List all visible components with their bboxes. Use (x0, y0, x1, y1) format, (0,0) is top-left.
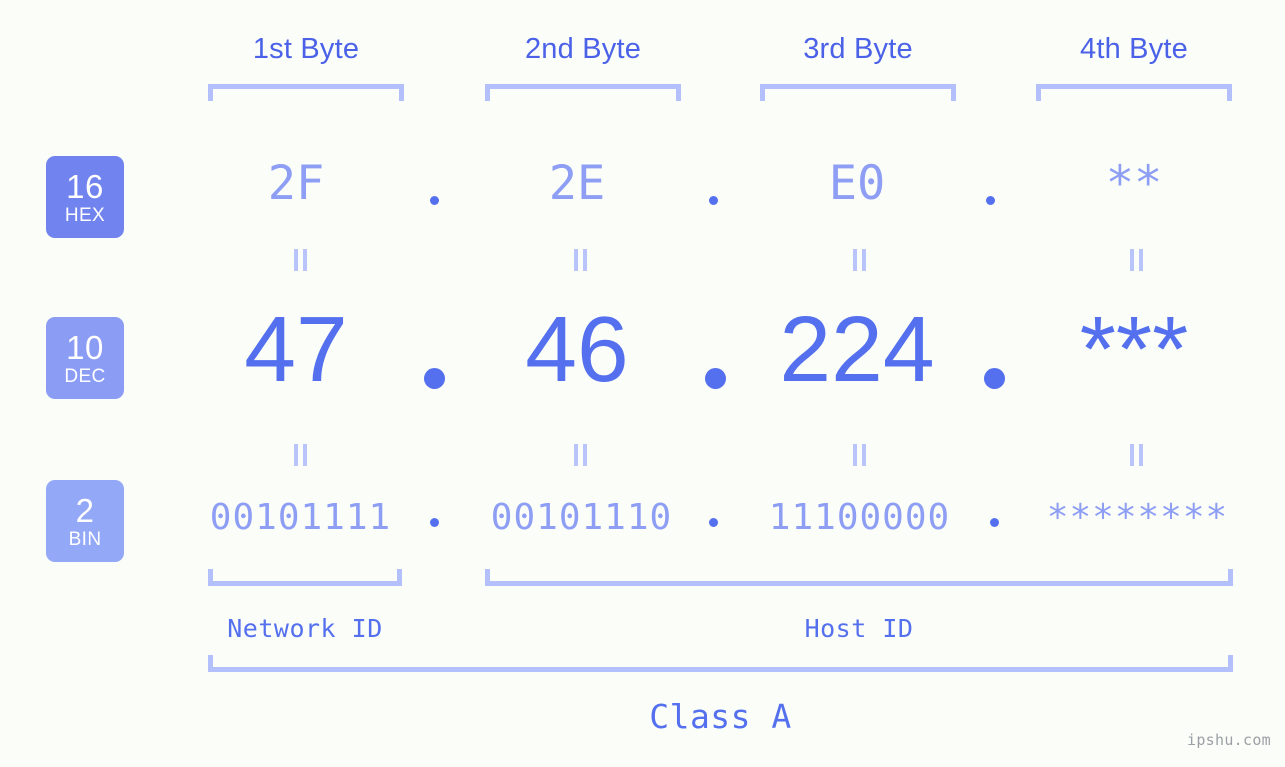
class-label: Class A (649, 697, 792, 736)
hex-value-byte-2: 2E (548, 156, 606, 211)
hex-separator-dot-3 (986, 196, 995, 205)
base-badge-dec[interactable]: 10 DEC (46, 317, 124, 399)
byte-header-label-4: 4th Byte (1080, 33, 1188, 65)
hex-separator-dot-2 (709, 196, 718, 205)
ip-address-breakdown-diagram: 1st Byte 2nd Byte 3rd Byte 4th Byte 16 H… (0, 0, 1285, 767)
hex-value-byte-1: 2F (267, 156, 325, 211)
equals-mark-dec-bin-1 (294, 444, 307, 466)
byte-header-label-1: 1st Byte (252, 33, 360, 65)
byte-header-label-3: 3rd Byte (803, 33, 913, 65)
equals-mark-dec-bin-3 (853, 444, 866, 466)
network-id-bracket (208, 569, 402, 586)
bin-value-byte-3: 11100000 (768, 497, 951, 538)
byte-bracket-2 (485, 84, 681, 101)
dec-value-byte-1: 47 (244, 297, 348, 401)
hex-separator-dot-1 (430, 196, 439, 205)
byte-bracket-1 (208, 84, 404, 101)
dec-separator-dot-3 (984, 368, 1005, 389)
network-id-label: Network ID (227, 614, 383, 643)
bin-separator-dot-1 (430, 518, 439, 527)
equals-mark-hex-dec-1 (294, 249, 307, 271)
class-bracket (208, 655, 1233, 672)
equals-mark-dec-bin-2 (574, 444, 587, 466)
equals-mark-hex-dec-3 (853, 249, 866, 271)
base-badge-bin[interactable]: 2 BIN (46, 480, 124, 562)
base-badge-bin-number: 2 (75, 491, 95, 529)
dec-separator-dot-1 (424, 368, 445, 389)
hex-value-byte-3: E0 (828, 156, 886, 211)
hex-value-byte-4: ** (1105, 156, 1163, 211)
equals-mark-hex-dec-4 (1130, 249, 1143, 271)
base-badge-bin-name: BIN (68, 528, 102, 550)
bin-separator-dot-2 (709, 518, 718, 527)
bin-value-byte-1: 00101111 (209, 497, 392, 538)
site-watermark: ipshu.com (1187, 731, 1271, 749)
base-badge-dec-number: 10 (66, 328, 104, 366)
byte-header-label-2: 2nd Byte (524, 33, 642, 65)
byte-bracket-4 (1036, 84, 1232, 101)
host-id-bracket (485, 569, 1233, 586)
bin-separator-dot-3 (990, 518, 999, 527)
byte-bracket-3 (760, 84, 956, 101)
equals-mark-dec-bin-4 (1130, 444, 1143, 466)
dec-value-byte-2: 46 (525, 297, 629, 401)
base-badge-dec-name: DEC (64, 365, 106, 387)
dec-value-byte-4: *** (1079, 297, 1189, 401)
equals-mark-hex-dec-2 (574, 249, 587, 271)
bin-value-byte-4: ******** (1046, 497, 1229, 538)
host-id-label: Host ID (804, 614, 914, 643)
dec-separator-dot-2 (705, 368, 726, 389)
bin-value-byte-2: 00101110 (490, 497, 673, 538)
base-badge-hex-number: 16 (66, 167, 104, 205)
base-badge-hex-name: HEX (64, 204, 106, 226)
dec-value-byte-3: 224 (779, 297, 935, 401)
base-badge-hex[interactable]: 16 HEX (46, 156, 124, 238)
